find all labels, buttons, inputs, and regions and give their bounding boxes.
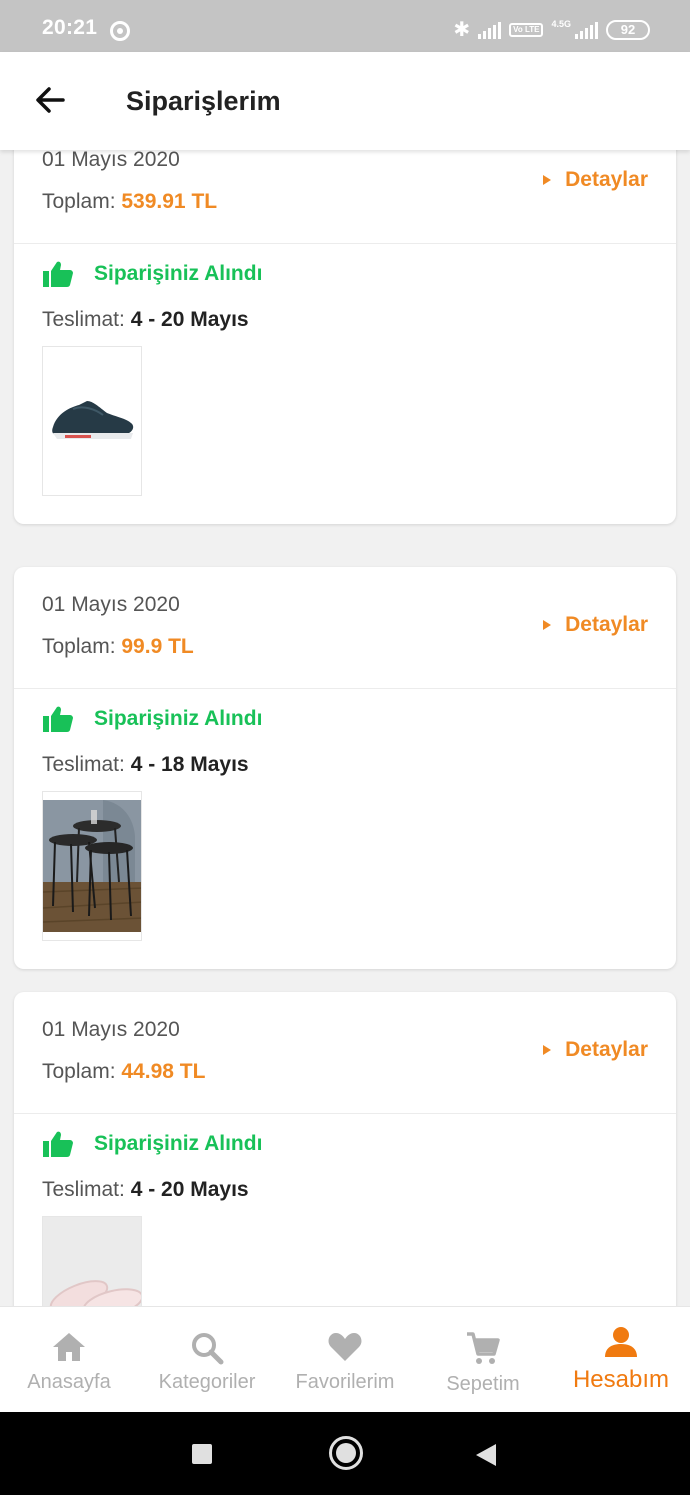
total-amount: 44.98 TL (121, 1060, 206, 1083)
order-body: Siparişiniz Alındı Teslimat: 4 - 20 Mayı… (14, 1114, 676, 1306)
total-amount: 99.9 TL (121, 635, 194, 658)
order-total: Toplam: 539.91 TL (42, 190, 217, 214)
order-date: 01 Mayıs 2020 (42, 1018, 180, 1041)
slippers-image (43, 1217, 141, 1306)
order-date: 01 Mayıs 2020 (42, 593, 180, 616)
total-amount: 539.91 TL (121, 190, 218, 213)
status-time: 20:21 (42, 16, 98, 39)
nav-item-cart[interactable]: Sepetim (414, 1307, 552, 1412)
delivery-info: Teslimat: 4 - 20 Mayıs (42, 308, 249, 332)
network-type: 4.5G (551, 19, 571, 29)
total-label: Toplam: (42, 635, 122, 658)
order-card: 01 Mayıs 2020 Toplam: 539.91 TL Detaylar… (14, 150, 676, 524)
order-total: Toplam: 99.9 TL (42, 635, 194, 659)
thumbs-up-icon (43, 1131, 73, 1157)
status-label: Siparişiniz Alındı (94, 262, 263, 285)
thumbs-up-icon (43, 706, 73, 732)
delivery-range: 4 - 18 Mayıs (130, 753, 249, 776)
product-thumbnail[interactable] (42, 1216, 142, 1306)
delivery-label: Teslimat: (42, 1178, 131, 1201)
status-label: Siparişiniz Alındı (94, 1132, 263, 1155)
nav-item-categories[interactable]: Kategoriler (138, 1307, 276, 1412)
home-icon (53, 1333, 85, 1361)
total-label: Toplam: (42, 190, 122, 213)
page-title: Siparişlerim (126, 86, 281, 116)
delivery-range: 4 - 20 Mayıs (130, 308, 249, 331)
order-header: 01 Mayıs 2020 Toplam: 539.91 TL Detaylar (14, 150, 676, 244)
nav-label: Favorilerim (295, 1371, 395, 1393)
order-header: 01 Mayıs 2020 Toplam: 99.9 TL Detaylar (14, 567, 676, 689)
order-body: Siparişiniz Alındı Teslimat: 4 - 18 Mayı… (14, 689, 676, 969)
delivery-info: Teslimat: 4 - 20 Mayıs (42, 1178, 249, 1202)
app-bar: Siparişlerim (0, 52, 690, 150)
order-body: Siparişiniz Alındı Teslimat: 4 - 20 Mayı… (14, 244, 676, 524)
cart-icon (467, 1332, 500, 1364)
orders-list[interactable]: 01 Mayıs 2020 Toplam: 539.91 TL Detaylar… (0, 150, 690, 1306)
delivery-label: Teslimat: (42, 308, 131, 331)
home-button[interactable] (329, 1436, 363, 1470)
order-header: 01 Mayıs 2020 Toplam: 44.98 TL Detaylar (14, 992, 676, 1114)
nav-item-favorites[interactable]: Favorilerim (276, 1307, 414, 1412)
play-arrow-icon (543, 620, 552, 630)
order-card: 01 Mayıs 2020 Toplam: 44.98 TL Detaylar … (14, 992, 676, 1306)
status-icons: ✱ Vo LTE 4.5G 92 (453, 18, 650, 42)
status-bar: 20:21 ✱ Vo LTE 4.5G 92 (0, 0, 690, 52)
product-thumbnail[interactable] (42, 791, 142, 941)
system-navigation-bar (0, 1412, 690, 1495)
back-button[interactable] (30, 80, 70, 120)
signal-icon (478, 21, 502, 39)
app-screen: 20:21 ✱ Vo LTE 4.5G 92 Siparişlerim 01 M… (0, 0, 690, 1495)
order-status: Siparişiniz Alındı (42, 1130, 262, 1158)
play-arrow-icon (543, 175, 552, 185)
delivery-label: Teslimat: (42, 753, 131, 776)
order-status: Siparişiniz Alındı (42, 705, 262, 733)
nav-item-home[interactable]: Anasayfa (0, 1307, 138, 1412)
order-status: Siparişiniz Alındı (42, 260, 262, 288)
delivery-range: 4 - 20 Mayıs (130, 1178, 249, 1201)
nav-label: Sepetim (446, 1373, 520, 1395)
play-arrow-icon (543, 1045, 552, 1055)
details-label: Detaylar (565, 168, 648, 191)
search-icon (192, 1333, 224, 1365)
person-icon (605, 1327, 637, 1357)
total-label: Toplam: (42, 1060, 122, 1083)
status-label: Siparişiniz Alındı (94, 707, 263, 730)
delivery-info: Teslimat: 4 - 18 Mayıs (42, 753, 249, 777)
thumbs-up-icon (43, 261, 73, 287)
details-link[interactable]: Detaylar (543, 1038, 648, 1062)
bluetooth-icon: ✱ (453, 19, 471, 41)
order-card: 01 Mayıs 2020 Toplam: 99.9 TL Detaylar S… (14, 567, 676, 969)
nav-item-account[interactable]: Hesabım (552, 1307, 690, 1412)
order-total: Toplam: 44.98 TL (42, 1060, 205, 1084)
battery-icon: 92 (606, 20, 650, 40)
nav-label: Anasayfa (27, 1371, 111, 1393)
details-link[interactable]: Detaylar (543, 168, 648, 192)
details-label: Detaylar (565, 1038, 648, 1061)
nav-label: Hesabım (572, 1366, 670, 1393)
nav-label: Kategoriler (158, 1371, 256, 1393)
screen-record-icon (110, 21, 130, 41)
nesting-tables-image (43, 800, 141, 932)
details-link[interactable]: Detaylar (543, 613, 648, 637)
volte-icon: Vo LTE (509, 23, 544, 37)
details-label: Detaylar (565, 613, 648, 636)
signal-icon-2 (575, 21, 598, 39)
system-back-button[interactable] (476, 1444, 496, 1466)
heart-icon (328, 1333, 362, 1361)
order-date: 01 Mayıs 2020 (42, 150, 180, 171)
product-thumbnail[interactable] (42, 346, 142, 496)
arrow-left-icon (36, 87, 65, 113)
recents-button[interactable] (192, 1444, 212, 1464)
running-shoe-image (52, 401, 134, 439)
bottom-navigation: Anasayfa Kategoriler Favorilerim Sepetim (0, 1306, 690, 1412)
